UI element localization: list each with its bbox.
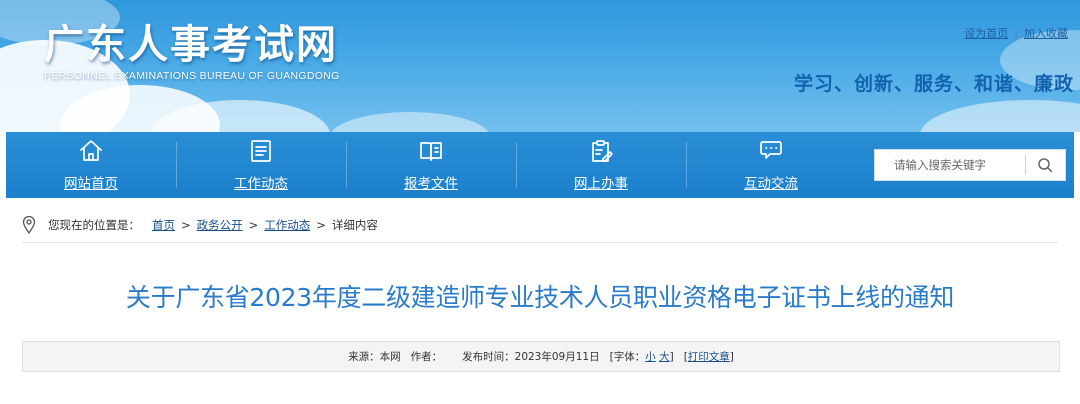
source-value: 本网: [379, 351, 401, 363]
breadcrumb-separator: >: [316, 218, 326, 232]
add-favorite-link[interactable]: 加入收藏: [1024, 27, 1068, 40]
slogan: 学习、创新、服务、和谐、廉政: [793, 73, 1074, 95]
search-input[interactable]: [875, 150, 1025, 180]
source-label: 来源：: [348, 351, 380, 363]
nav-item-interaction[interactable]: 互动交流: [686, 132, 856, 198]
nav-item-online-service[interactable]: 网上办事: [516, 132, 686, 198]
article-title: 关于广东省2023年度二级建造师专业技术人员职业资格电子证书上线的通知: [125, 283, 955, 312]
print-article-link[interactable]: 打印文章: [688, 349, 730, 364]
print-close: ]: [729, 350, 734, 363]
nav-label: 网站首页: [64, 176, 118, 192]
site-title: 广东人事考试网: [44, 22, 338, 68]
home-icon: [80, 140, 102, 161]
cloud-decoration: [330, 112, 490, 132]
main-nav: 网站首页 工作动态 报考文件 网上办事 互动交流: [6, 132, 1074, 198]
nav-label: 报考文件: [404, 176, 458, 192]
meta-spacer: [401, 351, 411, 363]
nav-item-exam-docs[interactable]: 报考文件: [346, 132, 516, 198]
breadcrumb-separator: >: [181, 218, 191, 232]
author-label: 作者：: [410, 351, 443, 363]
cloud-decoration: [920, 100, 1080, 132]
breadcrumb-separator: >: [248, 218, 259, 232]
site-subtitle: PERSONNEL EXAMINATIONS BUREAU OF GUANGDO…: [44, 70, 340, 82]
search-icon: [1038, 158, 1053, 173]
nav-label: 互动交流: [744, 176, 798, 192]
nav-item-home[interactable]: 网站首页: [6, 132, 176, 198]
font-large-link[interactable]: 大: [659, 349, 670, 364]
nav-label: 网上办事: [574, 176, 628, 192]
font-size-label: [字体：: [609, 351, 646, 363]
clipboard-edit-icon: [592, 140, 613, 162]
location-pin-icon: [22, 216, 36, 234]
set-homepage-link[interactable]: 设为首页: [964, 27, 1008, 40]
meta-spacer: [674, 351, 684, 363]
nav-item-news[interactable]: 工作动态: [176, 132, 346, 198]
site-header: 广东人事考试网 PERSONNEL EXAMINATIONS BUREAU OF…: [0, 0, 1080, 132]
meta-spacer: [600, 351, 610, 363]
date-label: 发布时间：: [462, 351, 515, 363]
breadcrumb-current: 详细内容: [331, 218, 378, 232]
book-icon: [420, 142, 442, 161]
breadcrumb-prefix: 您现在的位置是：: [48, 218, 140, 232]
breadcrumb-divider: [22, 242, 1058, 243]
article-meta-bar: 来源： 本网 作者： 发布时间： 2023年09月11日 [字体：小 大] [打印文…: [22, 341, 1060, 372]
nav-label: 工作动态: [234, 176, 288, 192]
breadcrumb: 您现在的位置是： 首页 > 政务公开 > 工作动态 > 详细内容: [22, 213, 378, 237]
news-icon: [251, 140, 271, 162]
breadcrumb-work-news[interactable]: 工作动态: [264, 217, 310, 233]
search-box: [874, 149, 1066, 181]
breadcrumb-home[interactable]: 首页: [152, 217, 175, 233]
font-small-link[interactable]: 小: [645, 349, 656, 364]
top-links: 设为首页 | 加入收藏: [964, 25, 1068, 41]
search-button[interactable]: [1026, 150, 1065, 180]
meta-spacer: [442, 351, 462, 363]
chat-icon: [760, 141, 782, 159]
breadcrumb-gov-affairs[interactable]: 政务公开: [197, 217, 243, 233]
link-separator: |: [1014, 27, 1018, 40]
publish-date: 2023年09月11日: [514, 351, 600, 363]
